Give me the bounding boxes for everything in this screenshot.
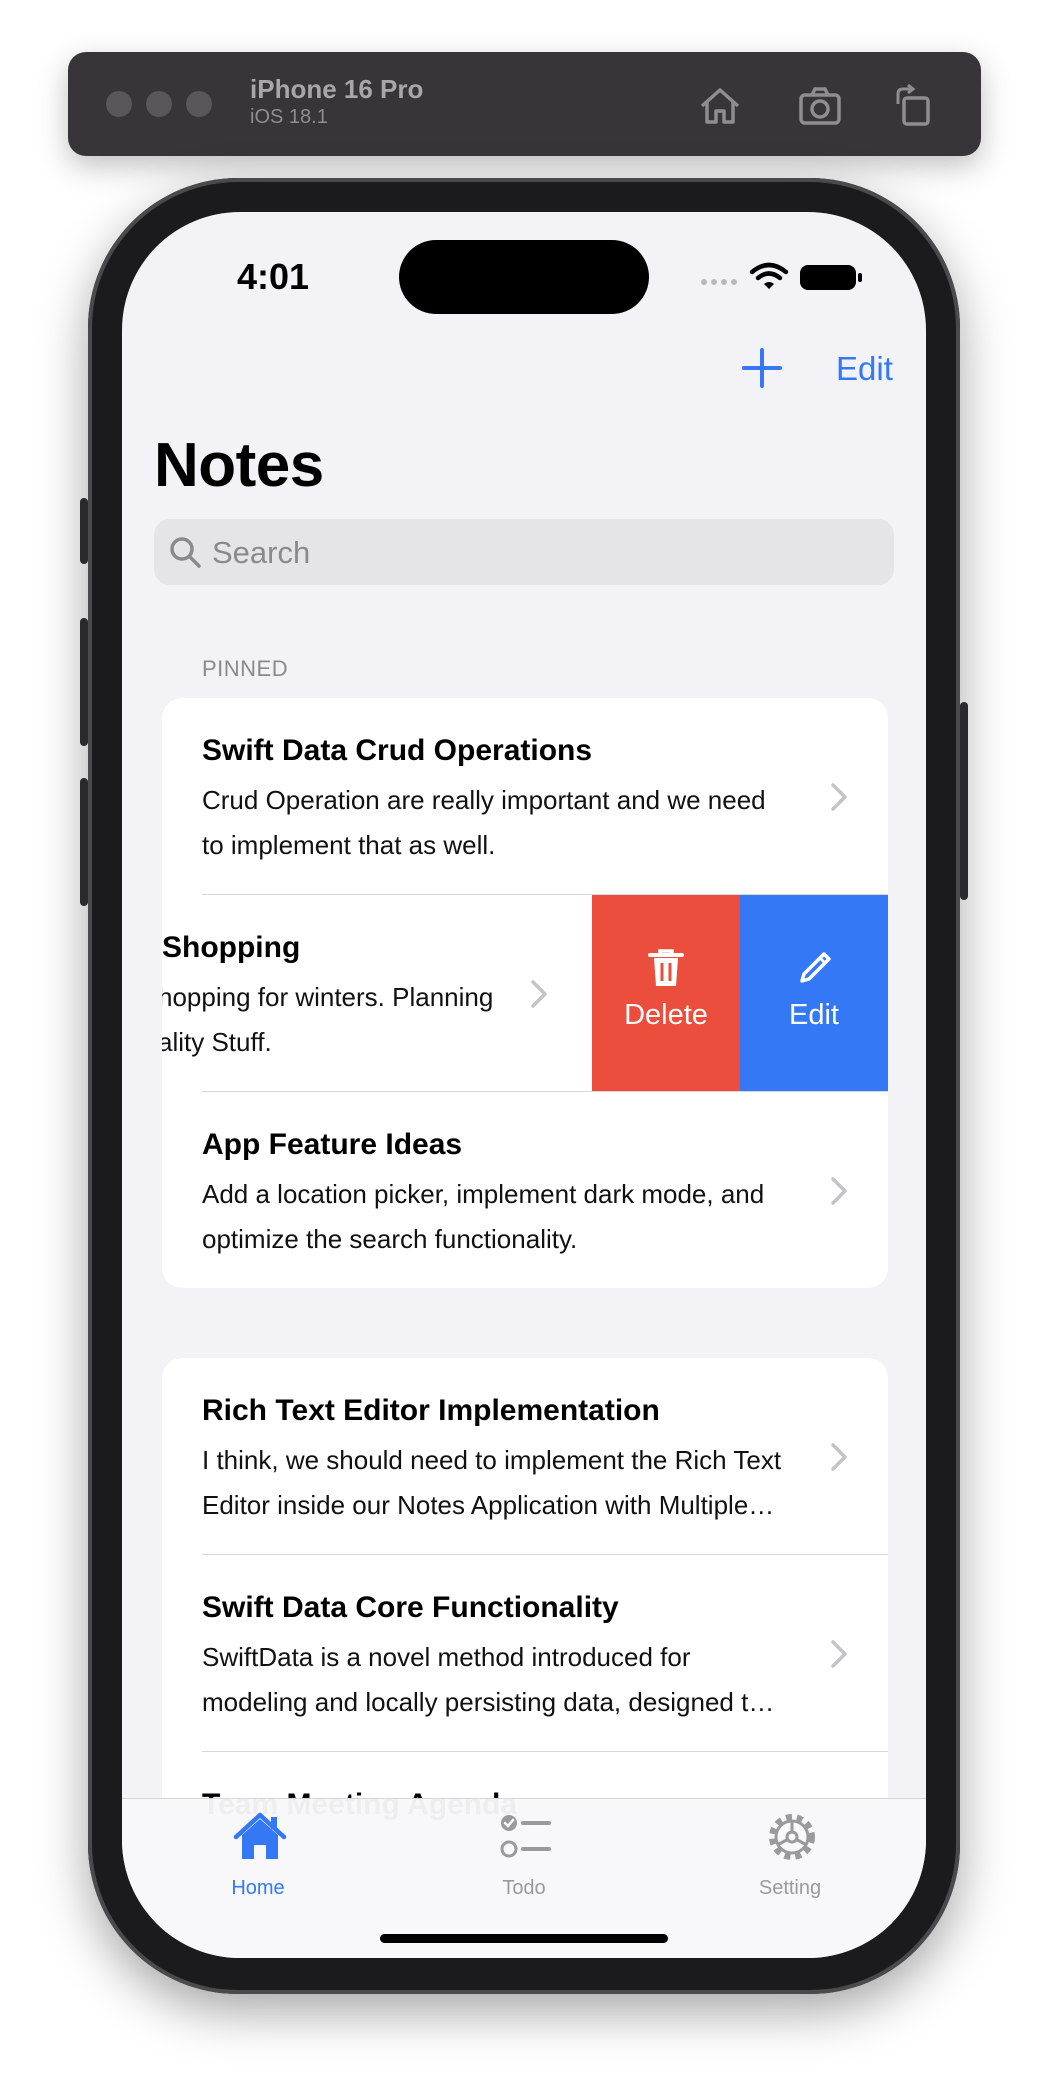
note-title: Swift Data Crud Operations — [202, 734, 593, 767]
trash-icon — [648, 949, 684, 986]
delete-label: Delete — [624, 999, 708, 1031]
pinned-notes-card: Swift Data Crud Operations Crud Operatio… — [162, 698, 888, 1288]
tab-home-label: Home — [231, 1877, 285, 1899]
volume-down-button — [80, 778, 88, 906]
gear-icon — [769, 1814, 815, 1860]
dynamic-island — [399, 240, 649, 314]
pencil-icon — [800, 952, 831, 983]
search-icon — [170, 537, 201, 568]
status-icons — [701, 262, 862, 290]
window-zoom-button[interactable] — [186, 91, 212, 117]
power-button — [960, 702, 968, 900]
note-preview: Add a location picker, implement dark mo… — [202, 1179, 765, 1254]
page-title: Notes — [154, 431, 324, 500]
tab-setting[interactable]: Setting — [710, 1811, 870, 1911]
tab-todo-label: Todo — [502, 1877, 546, 1899]
volume-up-button — [80, 618, 88, 746]
screenshot-icon[interactable] — [796, 82, 844, 130]
action-button — [80, 498, 88, 564]
note-row[interactable]: Rich Text Editor Implementation I think,… — [162, 1358, 888, 1554]
note-title: Shopping — [162, 931, 301, 964]
wifi-icon — [749, 262, 789, 289]
home-indicator[interactable] — [380, 1934, 668, 1943]
simulator-os-version: iOS 18.1 — [250, 106, 328, 128]
home-icon[interactable] — [696, 82, 744, 130]
note-preview: SwiftData is a novel method introduced f… — [202, 1642, 775, 1717]
simulator-toolbar: iPhone 16 Pro iOS 18.1 — [68, 52, 981, 156]
cellular-signal-icon — [701, 279, 737, 285]
house-fill-icon — [233, 1812, 287, 1859]
swipe-delete-button[interactable]: Delete — [592, 895, 740, 1091]
notes-card: Rich Text Editor Implementation I think,… — [162, 1358, 888, 1858]
tab-todo[interactable]: Todo — [444, 1811, 604, 1911]
edit-button[interactable]: Edit — [836, 350, 893, 388]
search-field[interactable]: Search — [154, 519, 894, 585]
note-row-swiped[interactable]: Shopping hopping for winters. Planning a… — [162, 895, 888, 1091]
window-minimize-button[interactable] — [146, 91, 172, 117]
tab-setting-label: Setting — [758, 1877, 822, 1899]
simulator-device-name: iPhone 16 Pro — [250, 74, 424, 104]
note-row[interactable]: Swift Data Core Functionality SwiftData … — [162, 1555, 888, 1751]
tab-home[interactable]: Home — [178, 1811, 338, 1911]
note-title: Swift Data Core Functionality — [202, 1591, 619, 1624]
note-preview: I think, we should need to implement the… — [202, 1445, 782, 1520]
search-placeholder: Search — [212, 535, 311, 570]
phone-screen: 4:01 Edit Notes Search PINNED Swift Data… — [122, 212, 926, 1958]
add-note-button[interactable] — [740, 346, 784, 390]
checklist-icon — [500, 1815, 551, 1858]
note-row[interactable]: Swift Data Crud Operations Crud Operatio… — [162, 698, 888, 894]
chevron-right-icon — [831, 1443, 847, 1471]
status-time: 4:01 — [237, 256, 310, 297]
chevron-right-icon — [831, 783, 847, 811]
battery-icon — [800, 265, 862, 290]
note-title: Rich Text Editor Implementation — [202, 1394, 660, 1427]
note-title: App Feature Ideas — [202, 1128, 463, 1161]
window-close-button[interactable] — [106, 91, 132, 117]
note-preview: Crud Operation are really important and … — [202, 785, 766, 860]
note-row[interactable]: App Feature Ideas Add a location picker,… — [162, 1092, 888, 1288]
edit-action-label: Edit — [789, 999, 839, 1031]
swipe-edit-button[interactable]: Edit — [740, 895, 888, 1091]
chevron-right-icon — [531, 980, 547, 1008]
chevron-right-icon — [831, 1640, 847, 1668]
pinned-section-header: PINNED — [202, 656, 289, 681]
chevron-right-icon — [831, 1177, 847, 1205]
rotate-icon[interactable] — [890, 82, 938, 130]
